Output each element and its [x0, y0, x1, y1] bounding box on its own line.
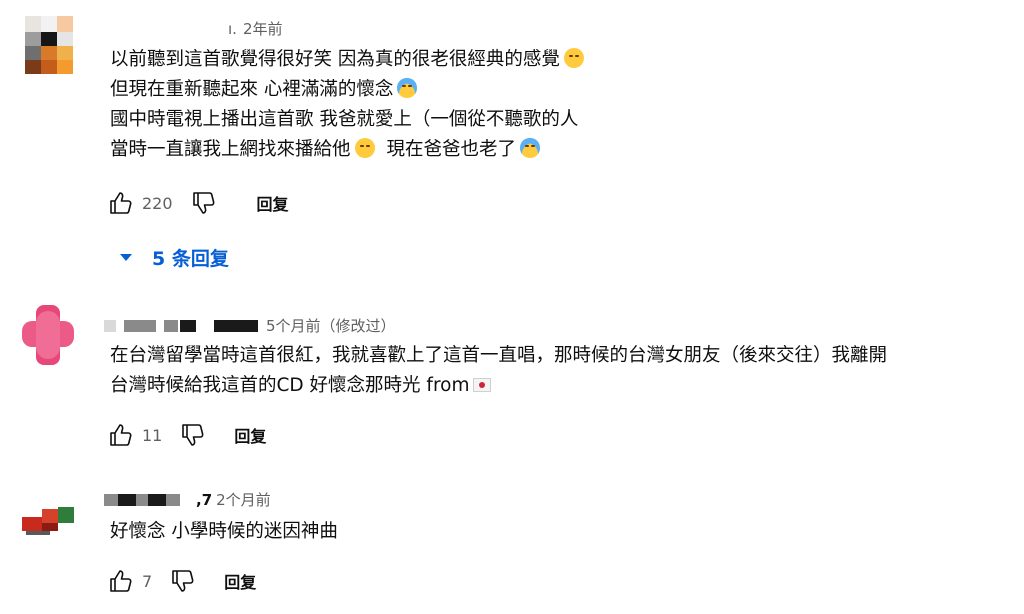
redacted-author	[214, 319, 258, 332]
thumbs-down-icon[interactable]	[166, 565, 198, 597]
redacted-author	[136, 493, 148, 506]
show-replies-button[interactable]: 5 条回复	[120, 244, 229, 271]
crying-emoji-icon	[520, 138, 541, 158]
redacted-author	[104, 493, 118, 506]
author-name[interactable]: ,7	[196, 491, 212, 509]
reply-button[interactable]: 回复	[224, 569, 256, 593]
redacted-author	[118, 493, 136, 506]
redacted-author	[104, 319, 116, 332]
crying-emoji-icon	[397, 78, 418, 98]
comment-timestamp[interactable]: 2年前	[243, 18, 283, 39]
reply-button[interactable]: 回复	[234, 423, 266, 447]
redacted-author	[148, 493, 166, 506]
comment-timestamp[interactable]: 5个月前（修改过）	[266, 315, 396, 336]
replies-count-label: 5 条回复	[152, 248, 229, 270]
like-count: 220	[142, 193, 173, 213]
comment-body: 在台灣留學當時這首很紅，我就喜歡上了這首一直唱，那時候的台灣女朋友（後來交往）我…	[110, 341, 887, 401]
thumbs-up-icon[interactable]	[104, 565, 136, 597]
author-name[interactable]: ı.	[228, 20, 237, 38]
comment-body: 以前聽到這首歌覺得很好笑 因為真的很老很經典的感覺 但現在重新聽起來 心裡滿滿的…	[110, 45, 584, 165]
laughing-tears-emoji-icon	[354, 138, 375, 158]
comment-line: 在台灣留學當時這首很紅，我就喜歡上了這首一直唱，那時候的台灣女朋友（後來交往）我…	[110, 345, 888, 366]
comment-line: 當時一直讓我上網找來播給他 現在爸爸也老了	[110, 135, 584, 165]
comment-line: 台灣時候給我這首的CD 好懷念那時光 from	[110, 371, 887, 401]
comment-header: ı. 2年前	[228, 18, 282, 39]
like-count: 7	[142, 571, 153, 591]
avatar[interactable]	[25, 16, 73, 74]
thumbs-up-icon[interactable]	[104, 419, 136, 451]
avatar[interactable]	[22, 305, 74, 365]
comment-line: 好懷念 小學時候的迷因神曲	[110, 521, 338, 542]
thumbs-down-icon[interactable]	[187, 187, 219, 219]
thumbs-up-icon[interactable]	[104, 187, 136, 219]
chevron-down-icon	[120, 254, 132, 261]
comment-actions: 7 回复	[104, 565, 256, 597]
redacted-author	[164, 319, 178, 332]
comment-actions: 11 回复	[104, 419, 266, 451]
comment-line: 以前聽到這首歌覺得很好笑 因為真的很老很經典的感覺	[110, 45, 584, 75]
japan-flag-icon	[473, 378, 492, 392]
reply-button[interactable]: 回复	[257, 191, 289, 215]
like-count: 11	[142, 425, 163, 445]
redacted-author	[166, 493, 180, 506]
comment-line: 國中時電視上播出這首歌 我爸就愛上（一個從不聽歌的人	[110, 109, 579, 130]
thumbs-down-icon[interactable]	[176, 419, 208, 451]
comment-timestamp[interactable]: 2个月前	[216, 489, 271, 510]
redacted-author	[180, 319, 196, 332]
avatar[interactable]	[22, 503, 74, 535]
comment-header: 5个月前（修改过）	[104, 315, 396, 336]
comment-header: ,7 2个月前	[104, 489, 271, 510]
redacted-author	[124, 319, 156, 332]
laughing-tears-emoji-icon	[563, 48, 584, 68]
comment-actions: 220 回复	[104, 187, 289, 219]
comment-line: 但現在重新聽起來 心裡滿滿的懷念	[110, 75, 584, 105]
comment-body: 好懷念 小學時候的迷因神曲	[110, 517, 338, 547]
